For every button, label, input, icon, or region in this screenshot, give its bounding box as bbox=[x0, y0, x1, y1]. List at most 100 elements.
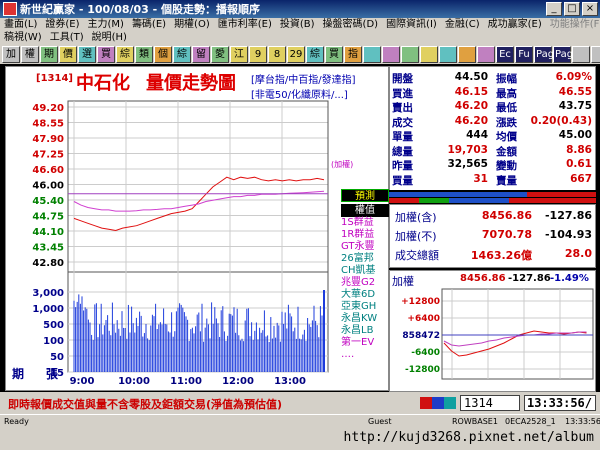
broker-item[interactable]: 大華6D bbox=[341, 289, 389, 301]
plot-border bbox=[67, 100, 329, 373]
index-line-2[interactable]: [非電50/化纖原料/...] bbox=[251, 86, 348, 101]
toolbar-button-17[interactable]: 買 bbox=[325, 45, 343, 63]
menu-help[interactable]: 說明(H) bbox=[88, 31, 131, 45]
quote-label: 均價 bbox=[496, 131, 517, 143]
toolbar-button-23[interactable] bbox=[439, 45, 457, 63]
broker-item[interactable]: ‥‥ bbox=[341, 349, 389, 361]
broker-item[interactable]: 永昌KW bbox=[341, 313, 389, 325]
broker-item[interactable]: GT永豐 bbox=[341, 241, 389, 253]
toolbar-button-24[interactable] bbox=[458, 45, 476, 63]
quote-value: 46.15 bbox=[454, 85, 488, 98]
close-button[interactable]: × bbox=[582, 2, 598, 16]
toolbar-button-9[interactable]: 綜 bbox=[173, 45, 191, 63]
menu-invest[interactable]: 投資(B) bbox=[276, 18, 319, 32]
broker-item[interactable]: 1R群益 bbox=[341, 229, 389, 241]
toolbar-button-30[interactable] bbox=[572, 45, 590, 63]
menu-main-force[interactable]: 主力(M) bbox=[84, 18, 128, 32]
toolbar-button-7[interactable]: 類 bbox=[135, 45, 153, 63]
menu-international[interactable]: 國際資訊(I) bbox=[382, 18, 441, 32]
broker-item[interactable]: 永昌LB bbox=[341, 325, 389, 337]
quote-label: 賣量 bbox=[496, 174, 517, 187]
menu-finance[interactable]: 金融(C) bbox=[441, 18, 484, 32]
toolbar-button-28[interactable]: Page bbox=[534, 45, 560, 63]
toolbar-button-26[interactable]: Ec bbox=[496, 45, 514, 63]
broker-item[interactable]: 26富邦 bbox=[341, 253, 389, 265]
toolbar-button-14[interactable]: 8 bbox=[268, 45, 286, 63]
mini-tick: 858472 bbox=[402, 331, 440, 341]
toolbar-button-4[interactable]: 選 bbox=[78, 45, 96, 63]
time-tick: 11:00 bbox=[170, 376, 202, 387]
broker-item[interactable]: 兆豐G2 bbox=[341, 277, 389, 289]
menu-options[interactable]: 期權(O) bbox=[170, 18, 214, 32]
minimize-button[interactable]: _ bbox=[546, 2, 562, 16]
toolbar-button-1[interactable]: 權 bbox=[21, 45, 39, 63]
toolbar-button-25[interactable] bbox=[477, 45, 495, 63]
toolbar-button-15[interactable]: 29 bbox=[287, 45, 305, 63]
quote-value: 46.20 bbox=[454, 100, 488, 112]
quote-row: 賣出 46.20 最低 43.75 bbox=[390, 100, 597, 114]
volume-tick: 3,000 bbox=[32, 288, 64, 299]
menu-password[interactable]: 操盤密碼(D) bbox=[319, 18, 383, 32]
menu-chips[interactable]: 籌碼(E) bbox=[128, 18, 170, 32]
toolbar-button-12[interactable]: 江 bbox=[230, 45, 248, 63]
index-change: -127.86 bbox=[544, 209, 592, 222]
toolbar-button-29[interactable]: Page bbox=[553, 45, 579, 63]
menu-forex[interactable]: 匯市利率(E) bbox=[214, 18, 276, 32]
menu-winner[interactable]: 成功贏家(E) bbox=[484, 18, 546, 32]
quote-value: 0.61 bbox=[566, 158, 592, 170]
toolbar-button-8[interactable]: 個 bbox=[154, 45, 172, 63]
quote-label: 漲跌 bbox=[496, 116, 517, 129]
app-icon bbox=[3, 2, 17, 16]
toolbar-button-20[interactable] bbox=[382, 45, 400, 63]
stock-code-input[interactable]: 1314 bbox=[460, 395, 520, 411]
toolbar-button-6[interactable]: 綜 bbox=[116, 45, 134, 63]
status-guest: Guest bbox=[368, 417, 392, 426]
toolbar-button-10[interactable]: 留 bbox=[192, 45, 210, 63]
toolbar-button-0[interactable]: 加 bbox=[2, 45, 20, 63]
menu-bar-primary: 畫面(L) 證券(E) 主力(M) 籌碼(E) 期權(O) 匯市利率(E) 投資… bbox=[0, 18, 600, 32]
index-line-1[interactable]: [摩台指/中百指/發達指] bbox=[251, 71, 356, 86]
quote-value: 31 bbox=[473, 172, 488, 185]
weighted-index-mini-chart: +12800 +6400 858472 -6400 -12800 加權 8456.86 … bbox=[389, 270, 596, 392]
mini-index-chart: +12800 +6400 858472 -6400 -12800 bbox=[401, 288, 594, 380]
forecast-button[interactable]: 預測 bbox=[341, 189, 389, 202]
price-tick: 47.25 bbox=[32, 150, 64, 161]
toolbar-button-31[interactable] bbox=[591, 45, 600, 63]
toolbar-button-2[interactable]: 期 bbox=[40, 45, 58, 63]
status-time: 13:33:56 bbox=[565, 417, 600, 426]
broker-item[interactable]: 亞東GH bbox=[341, 301, 389, 313]
menu-screen[interactable]: 畫面(L) bbox=[0, 18, 41, 32]
toolbar-button-11[interactable]: 愛 bbox=[211, 45, 229, 63]
broker-item[interactable]: 第一EV bbox=[341, 337, 389, 349]
quote-row: 單量 444 均價 45.00 bbox=[390, 129, 597, 143]
index-value: 8456.86 bbox=[481, 209, 532, 222]
toolbar-button-5[interactable]: 買 bbox=[97, 45, 115, 63]
toolbar-button-3[interactable]: 價 bbox=[59, 45, 77, 63]
toolbar-button-18[interactable]: 指 bbox=[344, 45, 362, 63]
quote-value: 8.86 bbox=[566, 143, 592, 156]
broker-item[interactable]: 1S群益 bbox=[341, 217, 389, 229]
toolbar-button-22[interactable] bbox=[420, 45, 438, 63]
quote-label: 最低 bbox=[496, 102, 517, 114]
toolbar-button-16[interactable]: 綜 bbox=[306, 45, 324, 63]
quote-value: 43.75 bbox=[558, 100, 592, 112]
watermark-bar: http://kujd3268.pixnet.net/album bbox=[0, 428, 600, 450]
price-tick: 44.10 bbox=[32, 227, 64, 238]
index-label: 成交總額 bbox=[395, 249, 439, 262]
toolbar-button-13[interactable]: 9 bbox=[249, 45, 267, 63]
menu-securities[interactable]: 證券(E) bbox=[41, 18, 83, 32]
maximize-button[interactable]: □ bbox=[564, 2, 580, 16]
mini-tick: +12800 bbox=[401, 297, 440, 307]
quote-value: 46.55 bbox=[558, 85, 592, 98]
toolbar: 加權期價選買綜類個綜留愛江 9 8 29 綜買指 Ec Fu Page Page bbox=[0, 44, 600, 64]
menu-functions[interactable]: 功能操作(F) bbox=[546, 18, 600, 32]
broker-item[interactable]: CH凱基 bbox=[341, 265, 389, 277]
toolbar-button-21[interactable] bbox=[401, 45, 419, 63]
quote-row: 昨量 32,565 變動 0.61 bbox=[390, 158, 597, 172]
menu-view[interactable]: 稿視(W) bbox=[0, 31, 46, 45]
toolbar-button-19[interactable] bbox=[363, 45, 381, 63]
toolbar-button-27[interactable]: Fu bbox=[515, 45, 533, 63]
mini-index-value: 8456.86 bbox=[460, 273, 506, 284]
menu-tools[interactable]: 工具(T) bbox=[46, 31, 88, 45]
weight-button[interactable]: 權值 bbox=[341, 204, 389, 217]
